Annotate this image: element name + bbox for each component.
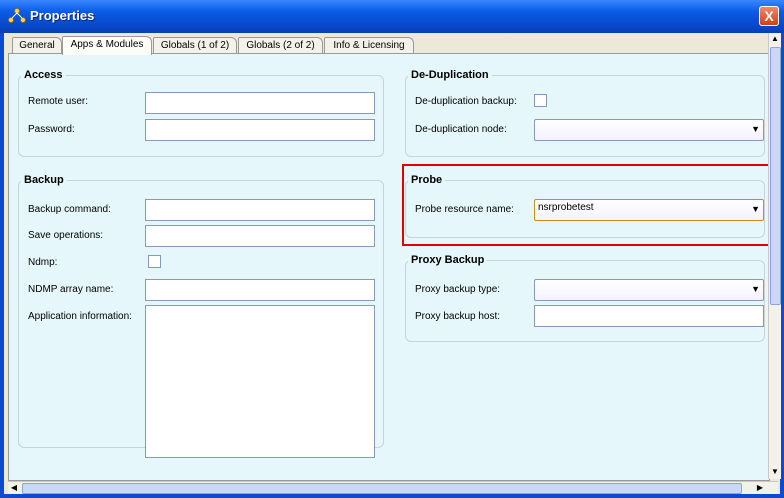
window-title: Properties <box>30 8 95 23</box>
tab-globals-1[interactable]: Globals (1 of 2) <box>153 37 237 54</box>
scroll-right-icon[interactable]: ▶ <box>754 482 766 494</box>
apps-modules-panel: Access Remote user: Password: Backup Bac… <box>8 53 780 481</box>
proxy-type-label: Proxy backup type: <box>415 284 501 295</box>
save-operations-label: Save operations: <box>28 230 104 241</box>
dedup-node-select[interactable]: ▼ <box>534 119 764 141</box>
close-icon: X <box>764 8 774 24</box>
scroll-left-icon[interactable]: ◀ <box>8 482 20 494</box>
ndmp-array-input[interactable] <box>145 279 375 301</box>
save-operations-input[interactable] <box>145 225 375 247</box>
scroll-up-icon[interactable]: ▲ <box>769 33 781 45</box>
probe-highlight-box <box>402 164 780 246</box>
network-nodes-icon <box>8 8 26 23</box>
tab-info-licensing[interactable]: Info & Licensing <box>324 37 414 54</box>
vertical-scroll-thumb[interactable] <box>770 47 781 305</box>
dedup-group-title: De-Duplication <box>408 69 492 81</box>
dedup-group: De-Duplication <box>405 69 765 157</box>
horizontal-scroll-thumb[interactable] <box>22 483 742 494</box>
backup-group-title: Backup <box>21 174 67 186</box>
title-bar[interactable]: Properties X <box>0 0 784 33</box>
vertical-scrollbar[interactable]: ▲ ▼ <box>768 33 781 479</box>
proxy-type-select[interactable]: ▼ <box>534 279 764 301</box>
tab-general[interactable]: General <box>12 37 62 54</box>
password-label: Password: <box>28 124 75 135</box>
password-input[interactable] <box>145 119 375 141</box>
access-group: Access <box>18 69 384 157</box>
chevron-down-icon: ▼ <box>751 124 760 134</box>
horizontal-scrollbar[interactable]: ◀ ▶ <box>8 481 778 494</box>
proxy-host-label: Proxy backup host: <box>415 311 501 322</box>
ndmp-array-label: NDMP array name: <box>28 284 114 295</box>
close-button[interactable]: X <box>759 6 779 26</box>
chevron-down-icon: ▼ <box>751 284 760 294</box>
tab-globals-2[interactable]: Globals (2 of 2) <box>238 37 323 54</box>
dedup-node-label: De-duplication node: <box>415 124 507 135</box>
remote-user-label: Remote user: <box>28 96 89 107</box>
application-info-textarea[interactable] <box>145 305 375 458</box>
dialog-client-area: General Apps & Modules Globals (1 of 2) … <box>4 33 781 494</box>
properties-window: Properties X General Apps & Modules Glob… <box>0 0 784 498</box>
remote-user-input[interactable] <box>145 92 375 114</box>
scroll-down-icon[interactable]: ▼ <box>769 466 781 478</box>
backup-command-label: Backup command: <box>28 204 111 215</box>
application-info-label: Application information: <box>28 311 132 322</box>
ndmp-label: Ndmp: <box>28 257 58 268</box>
tab-apps-modules[interactable]: Apps & Modules <box>62 36 152 55</box>
proxy-host-input[interactable] <box>534 305 764 327</box>
access-group-title: Access <box>21 69 66 81</box>
ndmp-checkbox[interactable] <box>148 255 161 268</box>
proxy-backup-group: Proxy Backup <box>405 254 765 342</box>
backup-command-input[interactable] <box>145 199 375 221</box>
dedup-backup-label: De-duplication backup: <box>415 96 517 107</box>
dedup-backup-checkbox[interactable] <box>534 94 547 107</box>
proxy-backup-group-title: Proxy Backup <box>408 254 488 266</box>
